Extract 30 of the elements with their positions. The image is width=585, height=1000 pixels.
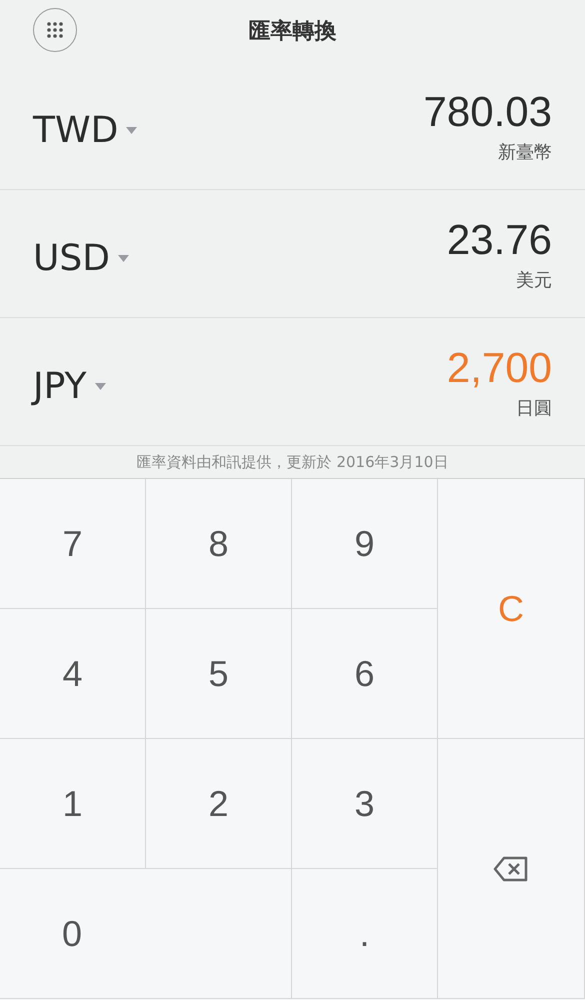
currency-picker[interactable]: TWD — [33, 110, 138, 151]
number-key[interactable]: 4 — [0, 609, 146, 739]
number-key[interactable]: . — [292, 869, 438, 999]
amount-value: 23.76 — [446, 216, 552, 264]
currency-row[interactable]: TWD 780.03 新臺幣 — [0, 62, 585, 190]
currency-picker[interactable]: USD — [33, 238, 129, 279]
currency-name: 日圓 — [516, 396, 552, 420]
currency-row[interactable]: USD 23.76 美元 — [0, 190, 585, 318]
page-title: 匯率轉換 — [248, 18, 336, 46]
number-key[interactable]: 9 — [292, 479, 438, 609]
number-key[interactable]: 8 — [146, 479, 292, 609]
number-key[interactable]: 5 — [146, 609, 292, 739]
number-key[interactable]: 6 — [292, 609, 438, 739]
currency-row[interactable]: JPY 2,700 日圓 — [0, 318, 585, 446]
number-key[interactable]: 2 — [146, 739, 292, 869]
number-key[interactable]: 7 — [0, 479, 146, 609]
caret-icon — [126, 127, 138, 134]
grid-icon — [47, 22, 63, 38]
menu-button[interactable] — [33, 8, 77, 52]
currency-name: 新臺幣 — [498, 140, 552, 164]
caret-icon — [94, 383, 106, 390]
amount-value: 2,700 — [446, 344, 552, 392]
number-key[interactable]: 3 — [292, 739, 438, 869]
number-key[interactable]: 0 — [0, 869, 292, 999]
number-key[interactable]: 1 — [0, 739, 146, 869]
currency-name: 美元 — [516, 268, 552, 292]
backspace-icon — [493, 856, 529, 882]
amount-value: 780.03 — [424, 88, 552, 136]
caret-icon — [118, 255, 129, 262]
currency-picker[interactable]: JPY — [33, 366, 106, 407]
